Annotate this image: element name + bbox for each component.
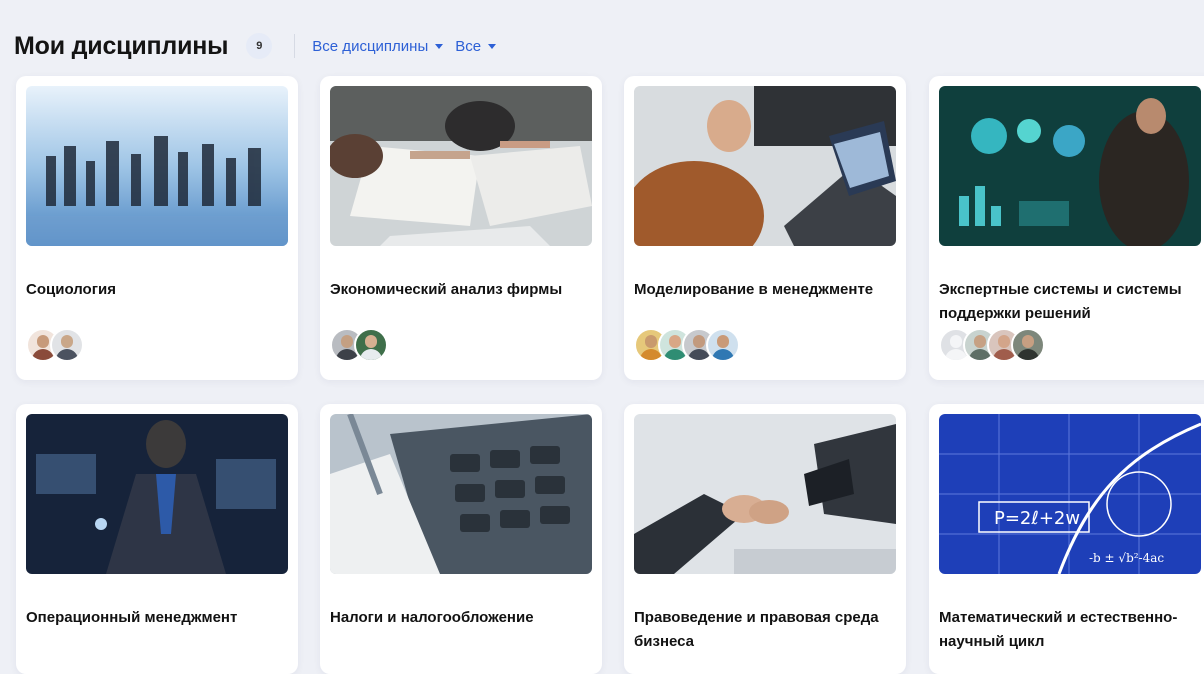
course-card[interactable]: Налоги и налогообложение [320,404,602,674]
course-title[interactable]: Экспертные системы и системы поддержки р… [939,278,1204,326]
course-image-taxes [330,414,592,574]
course-title[interactable]: Налоги и налогообложение [330,606,592,630]
course-title[interactable]: Социология [26,278,288,302]
filter-all-disciplines-label: Все дисциплины [312,37,429,55]
svg-text:P=2ℓ+2w: P=2ℓ+2w [994,508,1080,529]
avatar[interactable] [50,328,84,362]
course-image-expert-systems [939,86,1201,246]
header-divider [294,34,296,58]
filter-status-label: Все [455,37,482,55]
chevron-down-icon [435,43,444,49]
course-title[interactable]: Математический и естественно-научный цик… [939,606,1204,654]
teacher-avatars [634,328,740,362]
course-card[interactable]: Операционный менеджмент [16,404,298,674]
course-count-badge: 9 [246,33,273,59]
course-image-sociology [26,86,288,246]
teacher-avatars [330,328,388,362]
course-image-economic-analysis [330,86,592,246]
course-title[interactable]: Экономический анализ фирмы [330,278,592,302]
course-image-law [634,414,896,574]
filter-all-disciplines-dropdown[interactable]: Все дисциплины [312,37,444,55]
avatar[interactable] [1011,328,1045,362]
chevron-down-icon [488,43,497,49]
course-image-math: P=2ℓ+2w -b ± √b²-4ac [939,414,1201,574]
teacher-avatars [939,328,1045,362]
svg-text:-b ± √b²-4ac: -b ± √b²-4ac [1089,551,1164,565]
course-title[interactable]: Правоведение и правовая среда бизнеса [634,606,896,654]
course-card[interactable]: Моделирование в менеджменте [624,76,906,380]
course-image-modeling-management [634,86,896,246]
page-title: Мои дисциплины [14,31,229,60]
avatar[interactable] [706,328,740,362]
course-card[interactable]: Правоведение и правовая среда бизнеса [624,404,906,674]
teacher-avatars [26,328,84,362]
course-image-operations-management [26,414,288,574]
course-card[interactable]: Социология [16,76,298,380]
course-card[interactable]: Экономический анализ фирмы [320,76,602,380]
page-header: Мои дисциплины 9 Все дисциплины Все [14,28,497,64]
filter-status-dropdown[interactable]: Все [455,37,497,55]
avatar[interactable] [354,328,388,362]
course-title[interactable]: Операционный менеджмент [26,606,288,630]
course-card[interactable]: P=2ℓ+2w -b ± √b²-4ac Математический и ес… [929,404,1204,674]
course-title[interactable]: Моделирование в менеджменте [634,278,896,302]
course-card[interactable]: Экспертные системы и системы поддержки р… [929,76,1204,380]
